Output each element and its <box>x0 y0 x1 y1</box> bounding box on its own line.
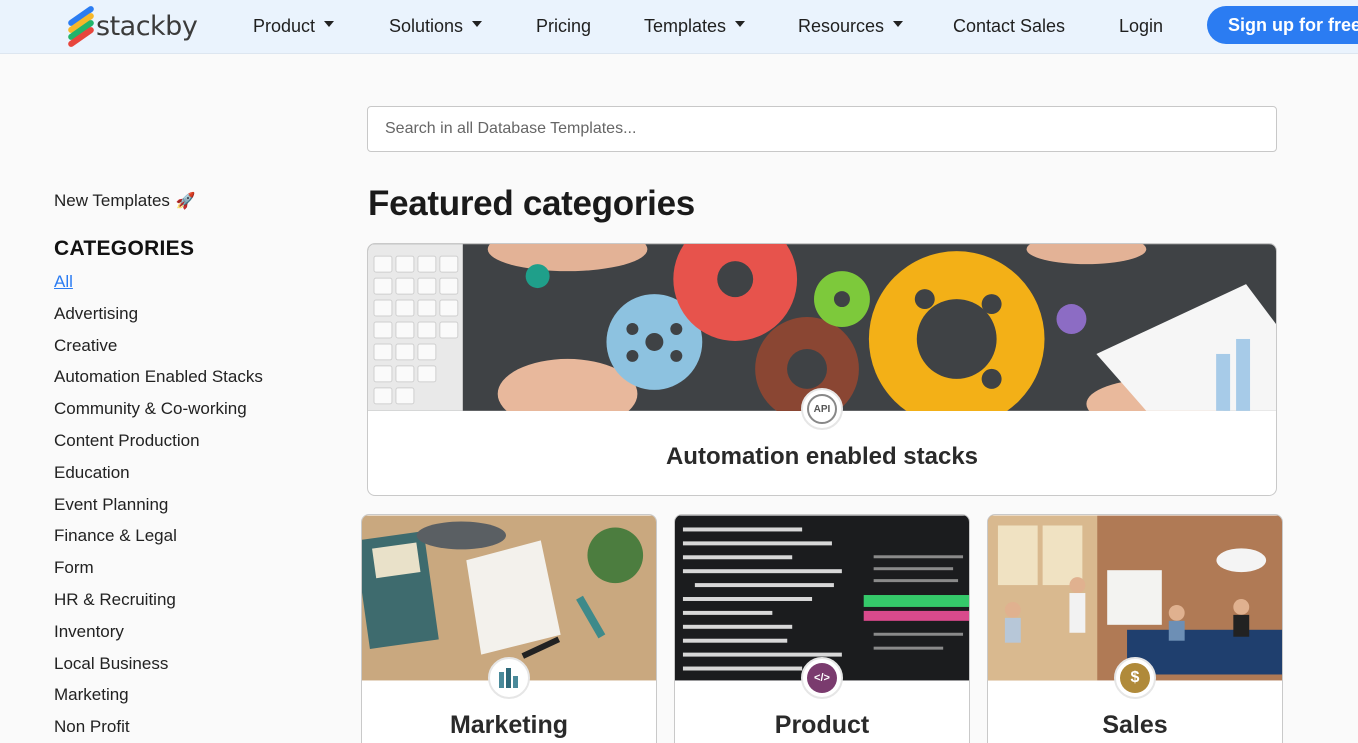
stackby-logo[interactable]: stackby <box>66 4 198 49</box>
nav-resources[interactable]: Resources <box>798 0 904 52</box>
nav-solutions[interactable]: Solutions <box>389 0 483 52</box>
featured-categories-heading: Featured categories <box>368 184 695 223</box>
category-list: All Advertising Creative Automation Enab… <box>54 270 263 743</box>
chevron-down-icon <box>893 21 904 27</box>
category-link-hr-recruiting[interactable]: HR & Recruiting <box>54 588 263 620</box>
card-title-marketing: Marketing <box>449 711 569 739</box>
category-link-advertising[interactable]: Advertising <box>54 302 263 334</box>
rocket-icon: 🚀 <box>175 193 196 210</box>
category-link-automation[interactable]: Automation Enabled Stacks <box>54 365 263 397</box>
nav-label: Product <box>253 15 316 36</box>
category-link-event-planning[interactable]: Event Planning <box>54 493 263 525</box>
category-card-product[interactable]: </> Product <box>674 514 970 743</box>
brand-name: stackby <box>96 10 198 42</box>
nav-login[interactable]: Login <box>1119 0 1163 52</box>
nav-label: Contact Sales <box>953 15 1066 36</box>
marketing-chart-icon <box>488 657 530 699</box>
nav-label: Solutions <box>389 15 464 36</box>
nav-label: Resources <box>798 15 885 36</box>
category-link-community[interactable]: Community & Co-working <box>54 397 263 429</box>
signup-button[interactable]: Sign up for free <box>1207 6 1358 44</box>
category-link-creative[interactable]: Creative <box>54 334 263 366</box>
nav-contact-sales[interactable]: Contact Sales <box>953 0 1065 52</box>
stackby-logo-icon <box>66 4 96 49</box>
category-link-marketing[interactable]: Marketing <box>54 683 263 715</box>
dollar-icon: $ <box>1114 657 1156 699</box>
nav-label: Templates <box>644 15 727 36</box>
chevron-down-icon <box>472 21 483 27</box>
category-link-inventory[interactable]: Inventory <box>54 620 263 652</box>
featured-card-automation[interactable]: API Automation enabled stacks <box>367 243 1277 496</box>
featured-card-title: Automation enabled stacks <box>665 443 979 470</box>
category-card-sales[interactable]: $ Sales <box>987 514 1283 743</box>
category-link-education[interactable]: Education <box>54 461 263 493</box>
card-title-product: Product <box>774 711 870 739</box>
category-link-all[interactable]: All <box>54 270 263 302</box>
category-link-local-business[interactable]: Local Business <box>54 652 263 684</box>
category-link-finance-legal[interactable]: Finance & Legal <box>54 524 263 556</box>
top-navigation-bar: stackby Product Solutions Pricing Templa… <box>0 0 1358 54</box>
code-badge-label: </> <box>807 663 837 693</box>
api-badge-label: API <box>807 394 837 424</box>
new-templates-label: New Templates <box>54 191 170 210</box>
dollar-badge-label: $ <box>1120 663 1150 693</box>
template-search-input[interactable] <box>367 106 1277 152</box>
card-title-sales: Sales <box>1102 711 1168 739</box>
category-link-form[interactable]: Form <box>54 556 263 588</box>
automation-gears-image <box>368 244 1276 411</box>
api-gear-icon: API <box>801 388 843 430</box>
nav-templates[interactable]: Templates <box>644 0 746 52</box>
category-card-marketing[interactable]: Marketing <box>361 514 657 743</box>
code-icon: </> <box>801 657 843 699</box>
new-templates-link[interactable]: New Templates 🚀 <box>54 191 196 211</box>
category-link-content-production[interactable]: Content Production <box>54 429 263 461</box>
nav-label: Login <box>1119 15 1164 36</box>
nav-pricing[interactable]: Pricing <box>536 0 591 52</box>
nav-product[interactable]: Product <box>253 0 335 52</box>
categories-heading: CATEGORIES <box>54 237 195 260</box>
chevron-down-icon <box>735 21 746 27</box>
category-link-non-profit[interactable]: Non Profit <box>54 715 263 743</box>
nav-label: Pricing <box>536 15 592 36</box>
chevron-down-icon <box>324 21 335 27</box>
